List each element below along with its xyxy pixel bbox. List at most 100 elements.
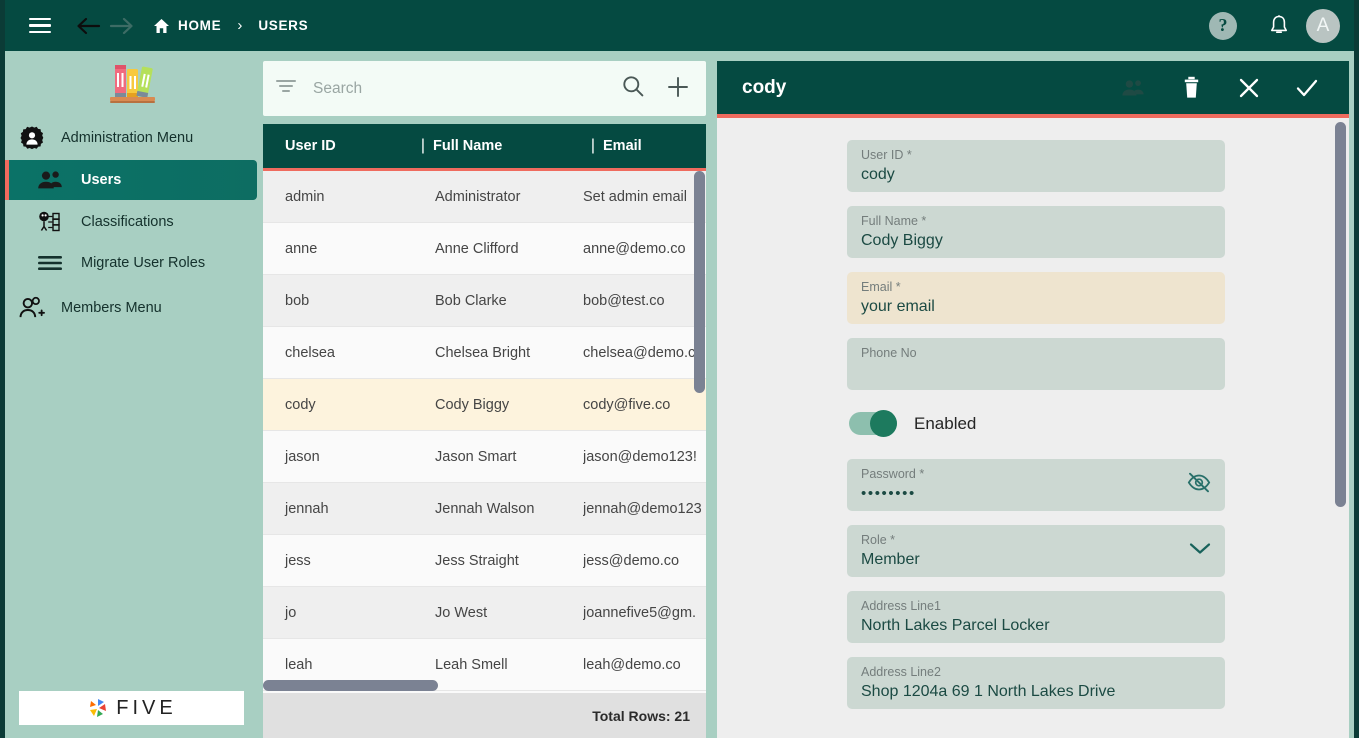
cell-full-name: Chelsea Bright (435, 344, 531, 361)
cell-email: anne@demo.co (583, 240, 686, 257)
field-label: User ID * (861, 148, 912, 162)
cell-user-id: bob (285, 292, 310, 309)
chevron-down-icon[interactable] (1189, 542, 1211, 561)
cell-email: bob@test.co (583, 292, 665, 309)
detail-delete-button[interactable] (1171, 68, 1211, 108)
breadcrumb-home[interactable]: HOME (153, 18, 221, 34)
sidebar-item-label-users: Users (81, 172, 122, 188)
arrow-left-icon (77, 17, 101, 34)
check-icon (1296, 79, 1318, 96)
search-icon[interactable] (622, 75, 644, 102)
sidebar-group-administration-menu[interactable]: Administration Menu (5, 116, 262, 160)
field-value: North Lakes Parcel Locker (861, 617, 1050, 634)
cell-user-id: admin (285, 188, 325, 205)
field-value: •••••••• (861, 485, 916, 502)
field-address-line2[interactable]: Address Line2 Shop 1204a 69 1 North Lakes… (847, 657, 1225, 709)
field-full-name[interactable]: Full Name * Cody Biggy (847, 206, 1225, 258)
field-label: Password * (861, 467, 925, 481)
breadcrumb-users[interactable]: USERS (258, 18, 308, 33)
column-header-email[interactable]: Email (603, 138, 706, 154)
list-lines-icon (37, 254, 63, 272)
help-icon: ? (1209, 11, 1237, 40)
cell-full-name: Jo West (435, 604, 488, 621)
field-phone-no[interactable]: Phone No (847, 338, 1225, 390)
back-button[interactable] (71, 9, 105, 43)
table-row[interactable]: jess Jess Straight jess@demo.co (263, 535, 706, 587)
field-user-id[interactable]: User ID * cody (847, 140, 1225, 192)
cell-user-id: jess (285, 552, 311, 569)
cell-email: Set admin email (583, 188, 687, 205)
users-list-panel: User ID | Full Name | Email admin Adminis… (262, 51, 713, 738)
table-row[interactable]: jo Jo West joannefive5@gm. (263, 587, 706, 639)
field-role[interactable]: Role * Member (847, 525, 1225, 577)
list-vertical-scrollbar[interactable] (694, 171, 705, 679)
detail-vertical-scroll-thumb[interactable] (1335, 122, 1346, 507)
list-vertical-scroll-thumb[interactable] (694, 171, 705, 393)
table-row[interactable]: cody Cody Biggy cody@five.co (263, 379, 706, 431)
table-row[interactable]: bob Bob Clarke bob@test.co (263, 275, 706, 327)
enabled-toggle[interactable] (849, 410, 897, 437)
eye-off-icon[interactable] (1187, 472, 1211, 498)
sidebar-item-users[interactable]: Users (5, 160, 257, 200)
sidebar-item-migrate-user-roles[interactable]: Migrate User Roles (5, 244, 262, 282)
cell-email: jennah@demo123 (583, 500, 702, 517)
detail-save-button[interactable] (1287, 68, 1327, 108)
detail-title: cody (742, 76, 787, 98)
close-icon (1239, 78, 1259, 97)
avatar-initial: A (1316, 14, 1330, 36)
detail-vertical-scrollbar[interactable] (1335, 118, 1346, 738)
field-label: Email * (861, 280, 901, 294)
avatar[interactable]: A (1306, 8, 1340, 43)
toggle-knob (870, 410, 897, 437)
table-header-row: User ID | Full Name | Email (263, 124, 706, 171)
detail-members-button (1113, 68, 1153, 108)
column-header-full-name[interactable]: Full Name (433, 138, 583, 154)
field-value: cody (861, 166, 895, 183)
sidebar-admin-group: Administration Menu Users Classification… (5, 108, 262, 329)
list-horizontal-scroll-thumb[interactable] (263, 680, 438, 691)
table-row[interactable]: anne Anne Clifford anne@demo.co (263, 223, 706, 275)
detail-close-button[interactable] (1229, 68, 1269, 108)
cell-user-id: jason (285, 448, 320, 465)
sidebar-members-label: Members Menu (61, 300, 162, 316)
forward-button[interactable] (105, 9, 139, 43)
main-body: Administration Menu Users Classification… (5, 51, 1354, 738)
sidebar-group-members-menu[interactable]: Members Menu (5, 282, 262, 329)
detail-form-column: User ID * cody Full Name * Cody Biggy Email … (847, 140, 1225, 709)
table-row[interactable]: jennah Jennah Walson jennah@demo123 (263, 483, 706, 535)
list-horizontal-scrollbar[interactable] (263, 680, 694, 691)
add-user-button[interactable] (666, 75, 690, 103)
column-divider-1[interactable]: | (413, 137, 433, 155)
breadcrumb-separator: › (237, 17, 243, 34)
search-input[interactable] (313, 79, 616, 98)
users-table: User ID | Full Name | Email admin Adminis… (263, 124, 706, 738)
five-pinwheel-icon (90, 699, 107, 717)
field-email[interactable]: Email * your email (847, 272, 1225, 324)
field-value: your email (861, 298, 935, 315)
sidebar-item-classifications[interactable]: Classifications (5, 200, 262, 244)
home-icon (154, 18, 169, 33)
sidebar: Administration Menu Users Classification… (5, 51, 262, 738)
hamburger-menu-button[interactable] (23, 9, 57, 43)
detail-header: cody (717, 61, 1349, 118)
cell-full-name: Jennah Walson (435, 500, 535, 517)
help-button[interactable]: ? (1206, 9, 1240, 43)
total-rows-label: Total Rows: 21 (592, 707, 690, 724)
top-bar: HOME › USERS ? A (5, 0, 1354, 51)
column-divider-2[interactable]: | (583, 137, 603, 155)
column-header-user-id[interactable]: User ID (263, 138, 413, 154)
hamburger-icon (29, 14, 51, 37)
table-footer: Total Rows: 21 (263, 693, 706, 738)
notifications-button[interactable] (1262, 9, 1296, 43)
gear-person-icon (19, 125, 45, 151)
field-password[interactable]: Password * •••••••• (847, 459, 1225, 511)
cell-user-id: jennah (285, 500, 329, 517)
filter-icon[interactable] (275, 79, 297, 98)
table-row[interactable]: admin Administrator Set admin email (263, 171, 706, 223)
cell-full-name: Jess Straight (435, 552, 519, 569)
field-address-line1[interactable]: Address Line1 North Lakes Parcel Locker (847, 591, 1225, 643)
field-label: Address Line2 (861, 665, 941, 679)
table-row[interactable]: jason Jason Smart jason@demo123! (263, 431, 706, 483)
cell-email: chelsea@demo.co (583, 344, 704, 361)
table-row[interactable]: chelsea Chelsea Bright chelsea@demo.co (263, 327, 706, 379)
